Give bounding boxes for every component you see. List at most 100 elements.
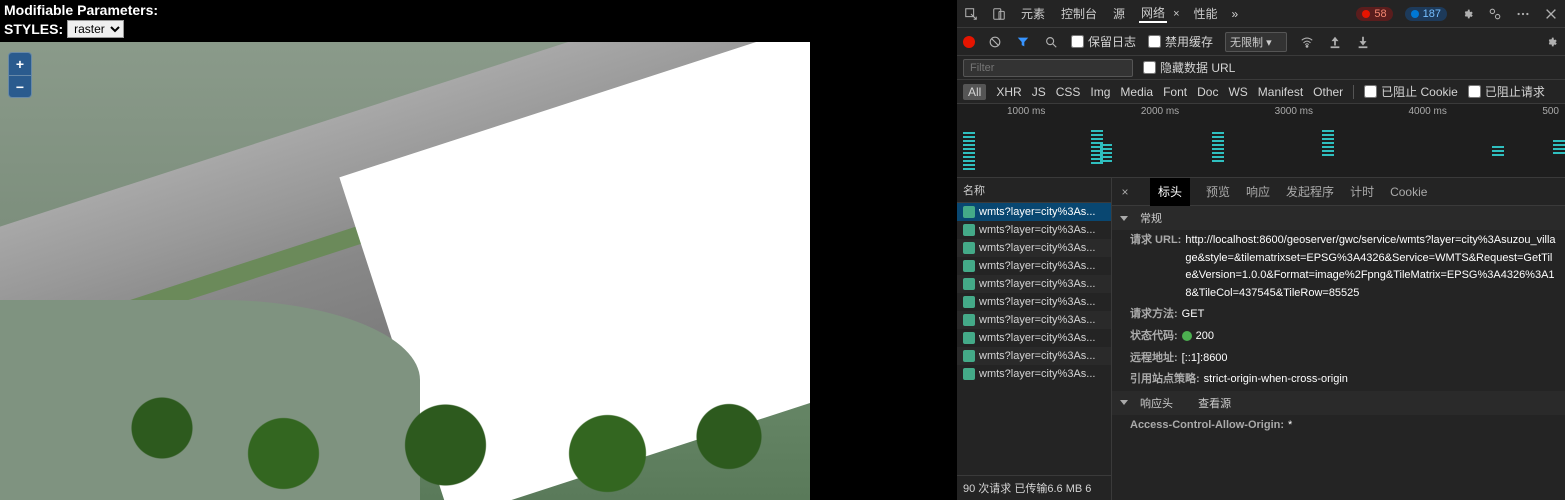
message-count-badge[interactable]: 187 bbox=[1405, 7, 1447, 21]
upload-icon[interactable] bbox=[1327, 34, 1343, 50]
status-dot-icon bbox=[1182, 331, 1192, 341]
map-trees-graphic bbox=[0, 360, 810, 500]
detail-tab-initiator[interactable]: 发起程序 bbox=[1286, 183, 1334, 200]
detail-tab-response[interactable]: 响应 bbox=[1246, 183, 1270, 200]
disable-cache-checkbox[interactable]: 禁用缓存 bbox=[1148, 33, 1213, 50]
request-method-row: 请求方法:GET bbox=[1112, 304, 1565, 326]
blocked-cookies-checkbox[interactable]: 已阻止 Cookie bbox=[1364, 83, 1458, 100]
request-name: wmts?layer=city%3As... bbox=[979, 242, 1095, 254]
more-tabs-icon[interactable]: » bbox=[1232, 7, 1239, 21]
wifi-icon[interactable] bbox=[1299, 34, 1315, 50]
type-other[interactable]: Other bbox=[1313, 85, 1343, 99]
view-source-link[interactable]: 查看源 bbox=[1198, 395, 1231, 411]
chevron-down-icon bbox=[1120, 216, 1128, 221]
clear-icon[interactable] bbox=[987, 34, 1003, 50]
request-row[interactable]: wmts?layer=city%3As... bbox=[957, 203, 1111, 221]
zoom-in-button[interactable]: + bbox=[9, 53, 31, 75]
image-file-icon bbox=[963, 278, 975, 290]
request-name: wmts?layer=city%3As... bbox=[979, 314, 1095, 326]
request-url-value: http://localhost:8600/geoserver/gwc/serv… bbox=[1185, 232, 1557, 302]
params-panel: Modifiable Parameters: STYLES: raster bbox=[0, 0, 957, 40]
hide-data-urls-checkbox[interactable]: 隐藏数据 URL bbox=[1143, 59, 1235, 76]
timeline-labels: 1000 ms 2000 ms 3000 ms 4000 ms 500 bbox=[957, 104, 1565, 117]
request-type-row: All XHR JS CSS Img Media Font Doc WS Man… bbox=[957, 80, 1565, 104]
request-name: wmts?layer=city%3As... bbox=[979, 332, 1095, 344]
zoom-control: + − bbox=[8, 52, 32, 98]
filter-funnel-icon[interactable] bbox=[1015, 34, 1031, 50]
image-file-icon bbox=[963, 368, 975, 380]
request-name: wmts?layer=city%3As... bbox=[979, 224, 1095, 236]
request-row[interactable]: wmts?layer=city%3As... bbox=[957, 293, 1111, 311]
styles-select[interactable]: raster bbox=[67, 20, 124, 38]
dock-side-icon[interactable] bbox=[1487, 6, 1503, 22]
tab-network[interactable]: 网络 bbox=[1139, 4, 1167, 23]
zoom-out-button[interactable]: − bbox=[9, 75, 31, 97]
image-file-icon bbox=[963, 242, 975, 254]
type-doc[interactable]: Doc bbox=[1197, 85, 1218, 99]
type-js[interactable]: JS bbox=[1032, 85, 1046, 99]
timeline-bar bbox=[1212, 132, 1224, 162]
more-menu-icon[interactable] bbox=[1515, 6, 1531, 22]
request-name: wmts?layer=city%3As... bbox=[979, 278, 1095, 290]
remote-address-row: 远程地址:[::1]:8600 bbox=[1112, 348, 1565, 370]
request-row[interactable]: wmts?layer=city%3As... bbox=[957, 311, 1111, 329]
request-list: wmts?layer=city%3As... wmts?layer=city%3A… bbox=[957, 203, 1111, 475]
detail-tab-cookies[interactable]: Cookie bbox=[1390, 185, 1427, 199]
type-ws[interactable]: WS bbox=[1228, 85, 1247, 99]
type-font[interactable]: Font bbox=[1163, 85, 1187, 99]
image-file-icon bbox=[963, 260, 975, 272]
tab-close-icon[interactable]: × bbox=[1173, 8, 1179, 20]
image-file-icon bbox=[963, 332, 975, 344]
timeline-bar bbox=[1322, 130, 1334, 156]
tab-elements[interactable]: 元素 bbox=[1019, 5, 1047, 22]
type-img[interactable]: Img bbox=[1090, 85, 1110, 99]
settings-gear-icon[interactable] bbox=[1459, 6, 1475, 22]
timeline-bar bbox=[963, 130, 975, 170]
close-devtools-icon[interactable] bbox=[1543, 6, 1559, 22]
download-icon[interactable] bbox=[1355, 34, 1371, 50]
search-icon[interactable] bbox=[1043, 34, 1059, 50]
request-name: wmts?layer=city%3As... bbox=[979, 350, 1095, 362]
request-row[interactable]: wmts?layer=city%3As... bbox=[957, 365, 1111, 383]
record-icon[interactable] bbox=[963, 36, 975, 48]
tab-performance[interactable]: 性能 bbox=[1192, 5, 1220, 22]
detail-tab-timing[interactable]: 计时 bbox=[1350, 183, 1374, 200]
timeline-bar bbox=[1492, 144, 1504, 156]
type-css[interactable]: CSS bbox=[1056, 85, 1081, 99]
general-section-header[interactable]: 常规 bbox=[1112, 206, 1565, 230]
request-row[interactable]: wmts?layer=city%3As... bbox=[957, 221, 1111, 239]
styles-label: STYLES: bbox=[4, 21, 63, 37]
detail-tab-headers[interactable]: 标头 bbox=[1150, 178, 1190, 206]
type-all[interactable]: All bbox=[963, 84, 986, 100]
network-settings-gear-icon[interactable] bbox=[1543, 34, 1559, 50]
map-canvas[interactable] bbox=[0, 42, 810, 500]
request-url-row: 请求 URL:http://localhost:8600/geoserver/g… bbox=[1112, 230, 1565, 304]
type-media[interactable]: Media bbox=[1120, 85, 1153, 99]
request-row[interactable]: wmts?layer=city%3As... bbox=[957, 239, 1111, 257]
blocked-requests-checkbox[interactable]: 已阻止请求 bbox=[1468, 83, 1545, 100]
throttling-select[interactable]: 无限制 ▾ bbox=[1225, 32, 1287, 52]
response-headers-section[interactable]: 响应头 查看源 bbox=[1112, 391, 1565, 415]
tab-sources[interactable]: 源 bbox=[1111, 5, 1127, 22]
request-row[interactable]: wmts?layer=city%3As... bbox=[957, 329, 1111, 347]
filter-input[interactable] bbox=[963, 59, 1133, 77]
device-toolbar-icon[interactable] bbox=[991, 6, 1007, 22]
close-detail-icon[interactable]: × bbox=[1116, 185, 1134, 199]
error-count-badge[interactable]: 58 bbox=[1356, 7, 1392, 21]
filter-row: 隐藏数据 URL bbox=[957, 56, 1565, 80]
network-timeline[interactable]: 1000 ms 2000 ms 3000 ms 4000 ms 500 bbox=[957, 104, 1565, 178]
type-xhr[interactable]: XHR bbox=[996, 85, 1021, 99]
timeline-label: 4000 ms bbox=[1408, 106, 1446, 117]
request-list-pane: 名称 wmts?layer=city%3As...wmts?layer=city… bbox=[957, 178, 1112, 500]
request-row[interactable]: wmts?layer=city%3As... bbox=[957, 275, 1111, 293]
preserve-log-checkbox[interactable]: 保留日志 bbox=[1071, 33, 1136, 50]
chevron-down-icon bbox=[1120, 400, 1128, 405]
request-row[interactable]: wmts?layer=city%3As... bbox=[957, 257, 1111, 275]
inspect-element-icon[interactable] bbox=[963, 6, 979, 22]
request-row[interactable]: wmts?layer=city%3As... bbox=[957, 347, 1111, 365]
timeline-bar bbox=[1553, 140, 1565, 154]
acao-row: Access-Control-Allow-Origin:* bbox=[1112, 415, 1565, 437]
type-manifest[interactable]: Manifest bbox=[1258, 85, 1303, 99]
detail-tab-preview[interactable]: 预览 bbox=[1206, 183, 1230, 200]
tab-console[interactable]: 控制台 bbox=[1059, 5, 1099, 22]
